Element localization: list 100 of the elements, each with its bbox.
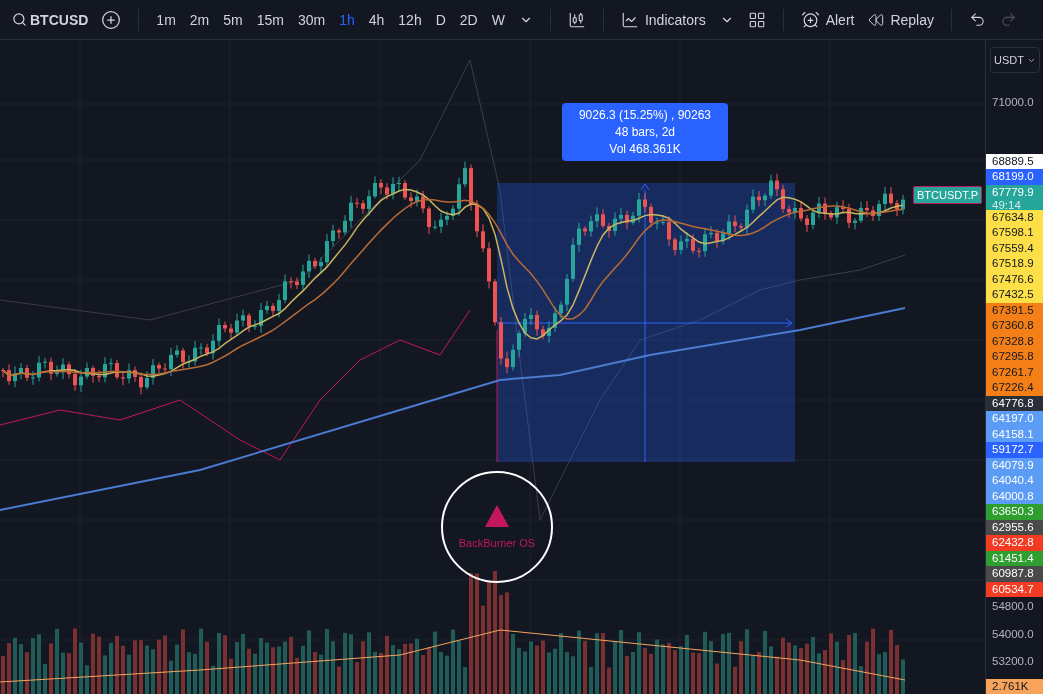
candlestick (343, 214, 347, 236)
candlestick (811, 207, 815, 230)
candlestick (487, 241, 491, 289)
candlestick (715, 228, 719, 249)
price-tick: 54800.0 (991, 599, 1035, 614)
candlestick (661, 214, 665, 226)
candlestick (247, 312, 251, 333)
candlestick (601, 208, 605, 229)
candlestick (511, 344, 515, 372)
interval-tab[interactable]: 15m (251, 7, 289, 32)
interval-tab[interactable]: 12h (393, 7, 427, 32)
symbol-search[interactable]: BTCUSD (8, 7, 93, 32)
interval-tab[interactable]: D (430, 7, 451, 32)
candlestick (769, 174, 773, 200)
price-label: 67295.8 (986, 349, 1043, 365)
candlestick (709, 225, 713, 239)
measure-text: Vol 468.361K (609, 142, 681, 156)
candlestick (541, 325, 545, 340)
candlestick (337, 227, 341, 240)
interval-tab[interactable]: 4h (363, 7, 390, 32)
candlestick (319, 256, 323, 274)
candlestick (865, 200, 869, 218)
candlestick (253, 319, 257, 331)
candlestick (547, 320, 551, 344)
candlestick (619, 207, 623, 225)
candlestick (505, 351, 509, 374)
candlestick (889, 186, 893, 206)
candlestick (427, 205, 431, 235)
price-label: 64040.4 (986, 473, 1043, 489)
indicators-button[interactable]: Indicators (615, 6, 711, 33)
candlestick (673, 236, 677, 256)
candlestick (361, 199, 365, 215)
price-tick: 71000.0 (991, 95, 1035, 110)
candlestick (403, 179, 407, 201)
candlestick (835, 201, 839, 225)
price-label: 59172.7 (986, 442, 1043, 458)
candlestick (1, 367, 5, 378)
interval-tab[interactable]: 1m (151, 7, 181, 32)
candlestick (733, 214, 737, 233)
interval-tab[interactable]: 2m (184, 7, 215, 32)
candlestick (301, 264, 305, 292)
candlestick (145, 370, 149, 390)
interval-tab[interactable]: W (486, 7, 510, 32)
candlestick (787, 205, 791, 219)
candlestick (79, 369, 83, 393)
candlestick (151, 358, 155, 386)
candlestick (385, 182, 389, 200)
candlestick (223, 321, 227, 333)
candlestick (829, 210, 833, 221)
candlestick (85, 361, 89, 380)
alert-button[interactable]: Alert (795, 6, 860, 33)
candlestick (523, 312, 527, 338)
price-label: 62432.8 (986, 535, 1043, 551)
interval-tab[interactable]: 2D (454, 7, 483, 32)
candlestick (469, 164, 473, 212)
candlestick (625, 210, 629, 230)
candlestick (109, 358, 113, 372)
countdown-text: 49:14 (992, 200, 1022, 210)
price-label: 68199.0 (986, 169, 1043, 185)
candlestick (373, 175, 377, 199)
measure-text: 9026.3 (15.25%) , 90263 (578, 108, 712, 122)
search-icon (12, 12, 27, 27)
replay-button[interactable]: Replay (863, 7, 940, 32)
candlestick (229, 323, 233, 341)
candlestick (61, 357, 65, 380)
candlestick (331, 224, 335, 247)
price-label: 67598.1 (986, 225, 1043, 241)
candlestick (409, 191, 413, 209)
candlestick (517, 330, 521, 358)
candlestick (667, 215, 671, 247)
candlestick (571, 237, 575, 283)
candlestick (193, 340, 197, 367)
candlestick (217, 318, 221, 348)
line-chart-icon (620, 10, 639, 29)
candlestick (751, 189, 755, 214)
candlestick (73, 368, 77, 392)
candlestick (901, 194, 905, 215)
candlestick (475, 199, 479, 238)
interval-tab[interactable]: 30m (292, 7, 331, 32)
currency-select[interactable]: USDT (990, 47, 1040, 73)
candlestick (37, 355, 41, 382)
candlestick (763, 192, 767, 207)
candlestick (367, 189, 371, 217)
candlestick (127, 363, 131, 384)
candlestick (463, 161, 467, 188)
alarm-clock-icon (800, 10, 820, 29)
candlestick (235, 313, 239, 337)
interval-tab[interactable]: 1h (334, 7, 360, 32)
candlestick (859, 201, 863, 224)
candlestick (19, 362, 23, 380)
candlestick (493, 278, 497, 327)
price-label: 67226.4 (986, 380, 1043, 396)
candlestick (631, 211, 635, 226)
candlestick (559, 300, 563, 320)
candlestick (679, 235, 683, 255)
candlestick (433, 220, 437, 231)
candlestick (529, 307, 533, 326)
candlestick (655, 217, 659, 230)
candlestick (121, 370, 125, 386)
interval-tab[interactable]: 5m (218, 7, 248, 32)
